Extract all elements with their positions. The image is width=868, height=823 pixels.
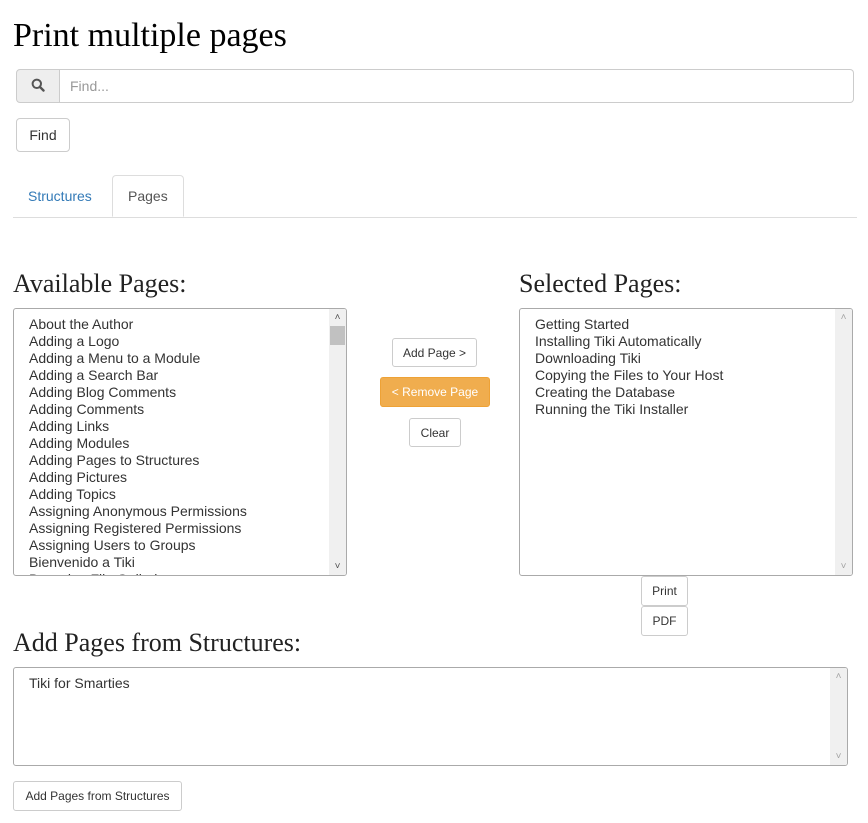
tab-structures[interactable]: Structures [13, 175, 107, 216]
list-option[interactable]: Adding Pictures [29, 469, 326, 486]
pdf-button[interactable]: PDF [641, 606, 688, 636]
print-button[interactable]: Print [641, 576, 688, 606]
available-pages-scrollbar[interactable]: ˄ ˅ [329, 309, 346, 575]
scroll-up-icon[interactable]: ˄ [835, 309, 852, 326]
add-from-structures-heading: Add Pages from Structures: [13, 628, 302, 657]
search-addon [16, 69, 60, 103]
find-button[interactable]: Find [16, 118, 70, 152]
list-option[interactable]: Adding Blog Comments [29, 384, 326, 401]
list-option[interactable]: About the Author [29, 316, 326, 333]
remove-page-button[interactable]: < Remove Page [380, 377, 490, 407]
list-option[interactable]: Creating the Database [535, 384, 832, 401]
search-input[interactable] [60, 69, 854, 103]
list-option[interactable]: Getting Started [535, 316, 832, 333]
structures-list[interactable]: Tiki for Smarties ˄ ˅ [13, 667, 848, 766]
list-option[interactable]: Assigning Registered Permissions [29, 520, 326, 537]
add-page-button[interactable]: Add Page > [392, 338, 477, 367]
search-group [16, 69, 854, 103]
scroll-down-icon[interactable]: ˅ [830, 748, 847, 765]
list-option[interactable]: Adding a Search Bar [29, 367, 326, 384]
selected-pages-items: Getting Started Installing Tiki Automatic… [535, 316, 832, 418]
scroll-down-icon[interactable]: ˅ [835, 558, 852, 575]
structures-items: Tiki for Smarties [29, 675, 827, 692]
structures-scrollbar[interactable]: ˄ ˅ [830, 668, 847, 765]
list-option[interactable]: Assigning Users to Groups [29, 537, 326, 554]
selected-pages-list[interactable]: Getting Started Installing Tiki Automatic… [519, 308, 853, 576]
tab-pages[interactable]: Pages [112, 175, 184, 217]
tab-bar: Structures Pages [13, 175, 857, 218]
selected-pages-scrollbar[interactable]: ˄ ˅ [835, 309, 852, 575]
list-option[interactable]: Downloading Tiki [535, 350, 832, 367]
selected-pages-heading: Selected Pages: [519, 269, 682, 298]
clear-button[interactable]: Clear [409, 418, 461, 447]
list-option[interactable]: Adding Comments [29, 401, 326, 418]
page-title: Print multiple pages [13, 17, 287, 54]
list-option[interactable]: Adding Pages to Structures [29, 452, 326, 469]
list-option[interactable]: Adding Modules [29, 435, 326, 452]
list-option[interactable]: Assigning Anonymous Permissions [29, 503, 326, 520]
list-option[interactable]: Tiki for Smarties [29, 675, 827, 692]
list-option[interactable]: Adding a Logo [29, 333, 326, 350]
scroll-up-icon[interactable]: ˄ [329, 309, 346, 326]
list-option[interactable]: Adding Topics [29, 486, 326, 503]
available-pages-list[interactable]: About the Author Adding a Logo Adding a Me… [13, 308, 347, 576]
search-icon [31, 78, 45, 95]
scroll-down-icon[interactable]: ˅ [329, 558, 346, 575]
add-pages-from-structures-button[interactable]: Add Pages from Structures [13, 781, 182, 811]
list-option[interactable]: Adding Links [29, 418, 326, 435]
list-option[interactable]: Bienvenido a Tiki [29, 554, 326, 571]
scrollbar-thumb[interactable] [330, 326, 345, 345]
list-option[interactable]: Adding a Menu to a Module [29, 350, 326, 367]
list-option[interactable]: Running the Tiki Installer [535, 401, 832, 418]
available-pages-heading: Available Pages: [13, 269, 187, 298]
list-option[interactable]: Copying the Files to Your Host [535, 367, 832, 384]
scroll-up-icon[interactable]: ˄ [830, 668, 847, 685]
list-option[interactable]: Installing Tiki Automatically [535, 333, 832, 350]
list-option[interactable]: Browsing File Galleries [29, 571, 326, 575]
available-pages-items: About the Author Adding a Logo Adding a Me… [29, 316, 326, 575]
